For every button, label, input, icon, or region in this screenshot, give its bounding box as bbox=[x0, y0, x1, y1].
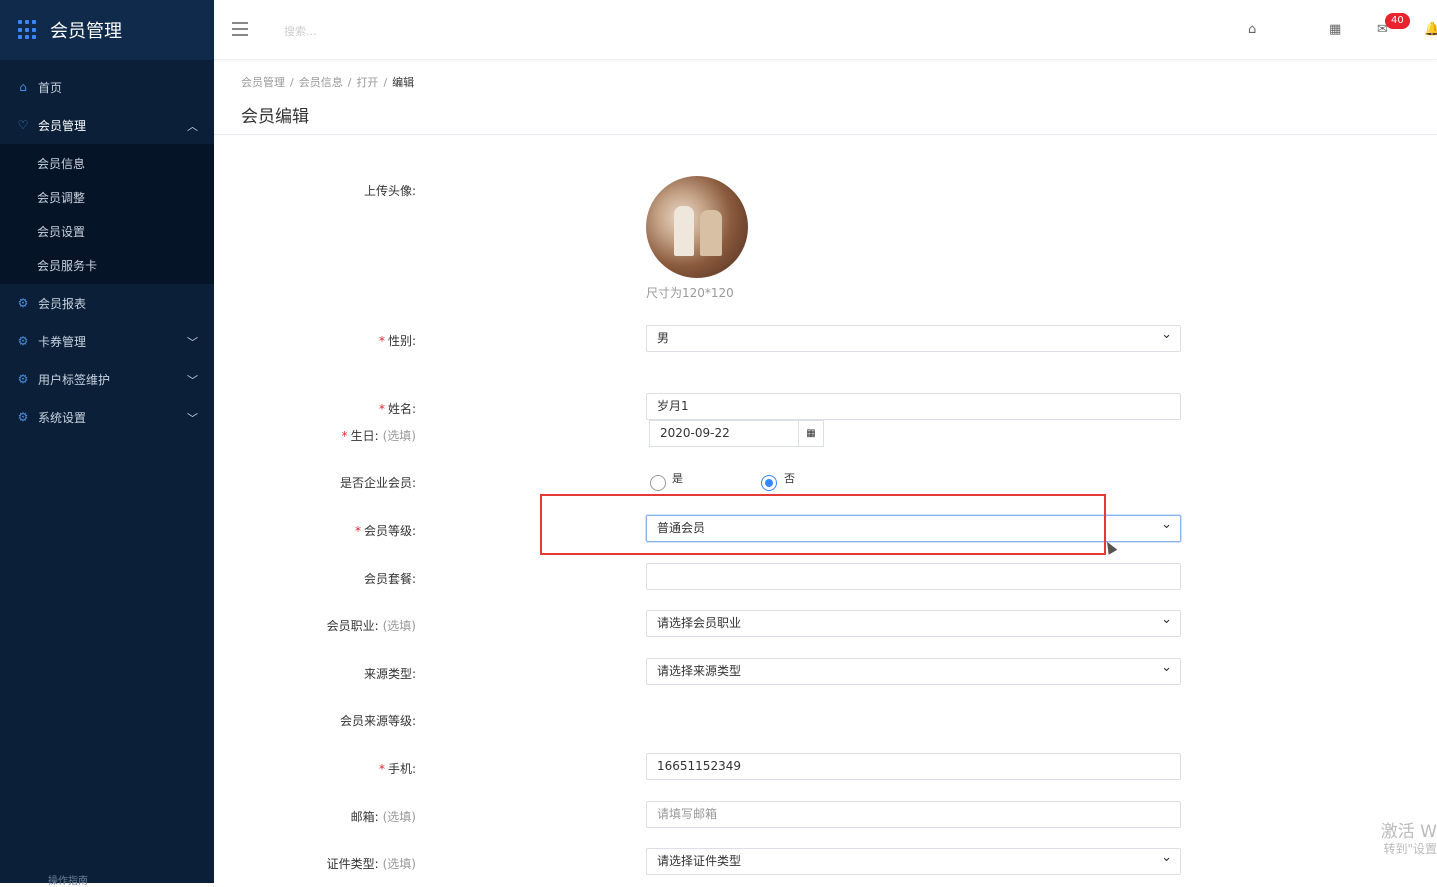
search-input[interactable] bbox=[284, 20, 464, 42]
job-select[interactable]: 请选择会员职业 bbox=[646, 610, 1181, 637]
sidebar-item-member-report[interactable]: ⚙ 会员报表 bbox=[0, 284, 214, 322]
name-input[interactable]: 岁月1 bbox=[646, 393, 1181, 420]
breadcrumb: 会员管理/会员信息/打开/编辑 bbox=[241, 74, 414, 90]
sidebar-item-label: 首页 bbox=[38, 79, 62, 96]
sidebar-item-label: 卡券管理 bbox=[38, 333, 86, 350]
email-input[interactable]: 请填写邮箱 bbox=[646, 801, 1181, 828]
logo-bar: 会员管理 bbox=[0, 0, 214, 60]
id-type-select[interactable]: 请选择证件类型 bbox=[646, 848, 1181, 875]
sidebar-item-home[interactable]: ⌂ 首页 bbox=[0, 68, 214, 106]
apps-grid-icon[interactable] bbox=[18, 20, 38, 40]
gear-icon: ⚙ bbox=[16, 410, 30, 424]
submenu-member-management: 会员信息 会员调整 会员设置 会员服务卡 bbox=[0, 144, 214, 284]
sidebar-item-label: 会员报表 bbox=[38, 295, 86, 312]
source-type-label: 来源类型: bbox=[364, 665, 416, 682]
bell-icon[interactable]: 🔔 bbox=[1424, 22, 1437, 37]
calendar-icon[interactable]: ▦ bbox=[798, 421, 823, 446]
sidebar-item-user-tags[interactable]: ⚙ 用户标签维护 ﹀ bbox=[0, 360, 214, 398]
grid-icon[interactable]: ▦ bbox=[1329, 22, 1341, 37]
chevron-down-icon: ﹀ bbox=[187, 334, 198, 350]
id-type-label: 证件类型:(选填) bbox=[327, 855, 416, 872]
avatar-label: 上传头像: bbox=[364, 182, 416, 199]
level-label: *会员等级: bbox=[355, 522, 416, 539]
breadcrumb-item[interactable]: 会员管理 bbox=[241, 76, 285, 89]
annotation-highlight-box bbox=[540, 494, 1106, 555]
sidebar-item-system-settings[interactable]: ⚙ 系统设置 ﹀ bbox=[0, 398, 214, 436]
name-label: *姓名: bbox=[379, 400, 416, 417]
phone-label: *手机: bbox=[379, 760, 416, 777]
source-level-label: 会员来源等级: bbox=[340, 712, 416, 729]
gender-label: *性别: bbox=[379, 332, 416, 349]
chevron-up-icon: ︿ bbox=[187, 118, 198, 134]
heart-icon: ♡ bbox=[16, 118, 30, 132]
package-label: 会员套餐: bbox=[364, 570, 416, 587]
enterprise-yes-label: 是 bbox=[672, 470, 683, 486]
sidebar-item-member-management[interactable]: ♡ 会员管理 ︿ bbox=[0, 106, 214, 144]
sidebar-item-label: 会员管理 bbox=[38, 117, 86, 134]
member-edit-form: 上传头像: 尺寸为120*120 *性别: 男 *姓名: 岁月1 *生日:(选填… bbox=[214, 136, 1437, 883]
page-title: 会员编辑 bbox=[241, 102, 309, 127]
package-input[interactable] bbox=[646, 563, 1181, 590]
gender-select[interactable]: 男 bbox=[646, 325, 1181, 352]
sidebar: 会员管理 ⌂ 首页 ♡ 会员管理 ︿ 会员信息 会员调整 会员设置 会员服务卡 … bbox=[0, 0, 214, 883]
sidebar-subitem-member-settings[interactable]: 会员设置 bbox=[0, 214, 214, 248]
job-label: 会员职业:(选填) bbox=[327, 617, 416, 634]
sidebar-item-coupon-management[interactable]: ⚙ 卡券管理 ﹀ bbox=[0, 322, 214, 360]
chevron-down-icon: ﹀ bbox=[187, 372, 198, 388]
app-title: 会员管理 bbox=[50, 17, 122, 43]
phone-input[interactable]: 16651152349 bbox=[646, 753, 1181, 780]
activation-watermark-sub: 转到"设置 bbox=[1383, 840, 1437, 857]
sidebar-nav: ⌂ 首页 ♡ 会员管理 ︿ 会员信息 会员调整 会员设置 会员服务卡 ⚙ 会员报… bbox=[0, 60, 214, 436]
gear-icon: ⚙ bbox=[16, 372, 30, 386]
enterprise-yes-radio[interactable] bbox=[650, 475, 666, 491]
breadcrumb-item[interactable]: 打开 bbox=[356, 76, 378, 89]
sidebar-guide-link[interactable]: 操作指南 bbox=[48, 872, 88, 887]
sidebar-item-label: 系统设置 bbox=[38, 409, 86, 426]
sidebar-subitem-member-info[interactable]: 会员信息 bbox=[0, 146, 214, 180]
top-header: ⌂ ▦ ✉ 40 🔔 bbox=[214, 0, 1437, 60]
avatar-upload[interactable] bbox=[646, 176, 748, 278]
email-label: 邮箱:(选填) bbox=[351, 808, 416, 825]
enterprise-no-radio[interactable] bbox=[761, 475, 777, 491]
enterprise-no-label: 否 bbox=[784, 470, 795, 486]
menu-toggle-icon[interactable] bbox=[232, 22, 248, 36]
enterprise-label: 是否企业会员: bbox=[340, 474, 416, 491]
home-icon: ⌂ bbox=[16, 80, 30, 94]
breadcrumb-item[interactable]: 会员信息 bbox=[299, 76, 343, 89]
sidebar-item-label: 用户标签维护 bbox=[38, 371, 110, 388]
birthday-datepicker[interactable]: 2020-09-22 ▦ bbox=[649, 420, 824, 447]
avatar-size-note: 尺寸为120*120 bbox=[646, 284, 734, 301]
source-type-select[interactable]: 请选择来源类型 bbox=[646, 658, 1181, 685]
breadcrumb-current: 编辑 bbox=[392, 76, 414, 89]
notification-badge: 40 bbox=[1385, 13, 1410, 29]
activation-watermark: 激活 W bbox=[1381, 817, 1437, 842]
birthday-label: *生日:(选填) bbox=[342, 427, 416, 444]
sidebar-subitem-member-service-card[interactable]: 会员服务卡 bbox=[0, 248, 214, 282]
gear-icon: ⚙ bbox=[16, 334, 30, 348]
gear-icon: ⚙ bbox=[16, 296, 30, 310]
page-heading: 会员管理/会员信息/打开/编辑 会员编辑 bbox=[214, 60, 1437, 135]
sidebar-subitem-member-adjust[interactable]: 会员调整 bbox=[0, 180, 214, 214]
chevron-down-icon: ﹀ bbox=[187, 410, 198, 426]
home-icon[interactable]: ⌂ bbox=[1248, 22, 1256, 37]
